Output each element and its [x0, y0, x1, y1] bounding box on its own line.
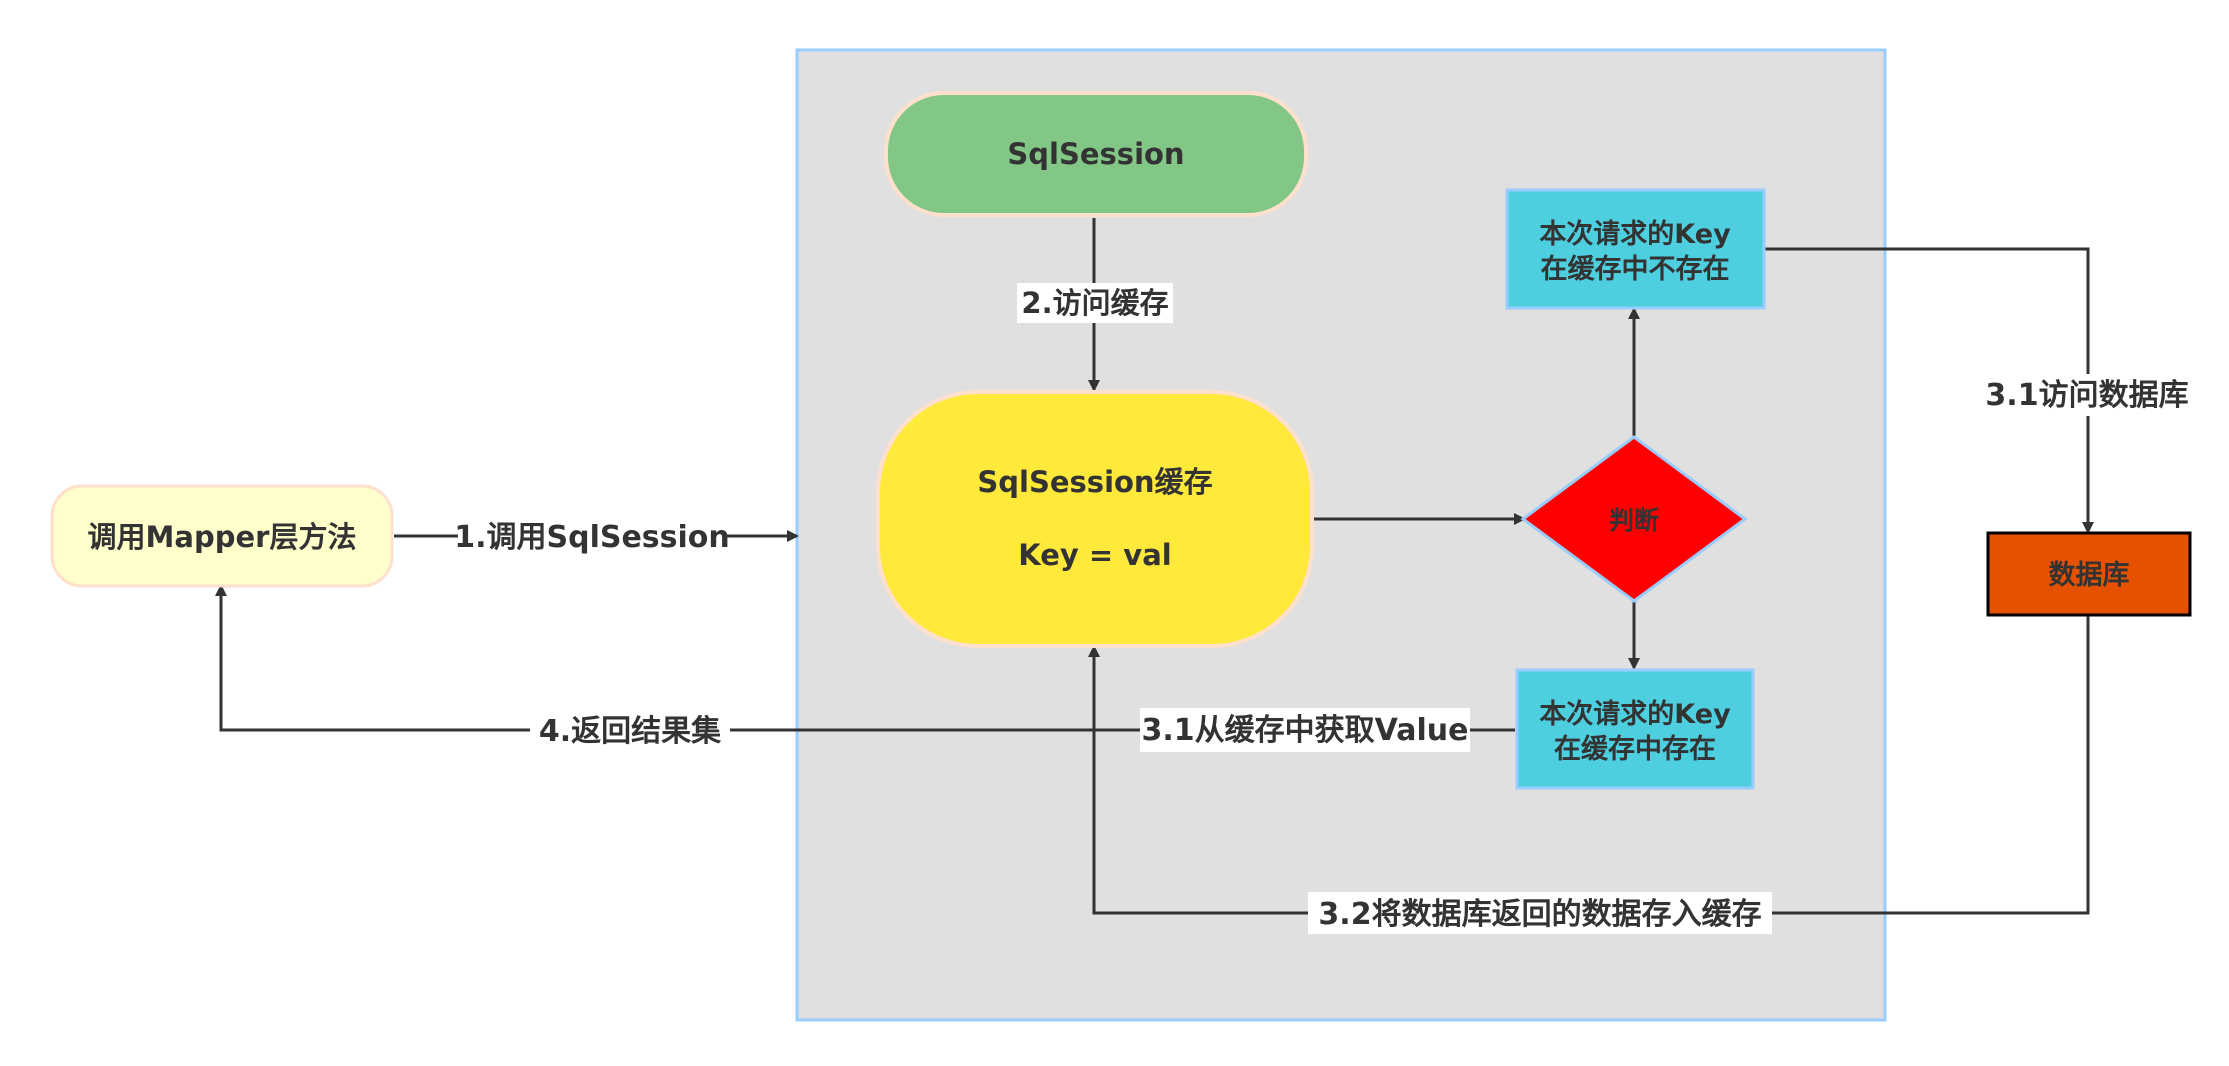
cache-node-title: SqlSession缓存 [977, 465, 1212, 499]
edge-label-access-cache: 2.访问缓存 [1021, 286, 1168, 320]
edge-label-get-value: 3.1从缓存中获取Value [1142, 713, 1469, 748]
edge-label-call-sqlsession: 1.调用SqlSession [454, 520, 730, 555]
cache-node-kv: Key = val [1018, 538, 1171, 572]
edge-label-store-cache: 3.2将数据库返回的数据存入缓存 [1318, 897, 1761, 932]
key-missing-line2: 在缓存中不存在 [1541, 254, 1730, 285]
edge-label-return-result: 4.返回结果集 [539, 714, 722, 749]
key-exists-line2: 在缓存中存在 [1554, 734, 1716, 765]
key-exists-line1: 本次请求的Key [1539, 698, 1731, 730]
judge-node-label: 判断 [1609, 506, 1659, 535]
database-node-label: 数据库 [2049, 560, 2130, 591]
sqlsession-node-label: SqlSession [1007, 137, 1184, 171]
edge-label-access-db: 3.1访问数据库 [1985, 378, 2188, 413]
key-missing-line1: 本次请求的Key [1539, 218, 1731, 250]
cache-flow-diagram: 调用Mapper层方法 SqlSession SqlSession缓存 Key … [50, 48, 2192, 1022]
mapper-node-label: 调用Mapper层方法 [88, 520, 357, 554]
cache-node [876, 390, 1314, 648]
